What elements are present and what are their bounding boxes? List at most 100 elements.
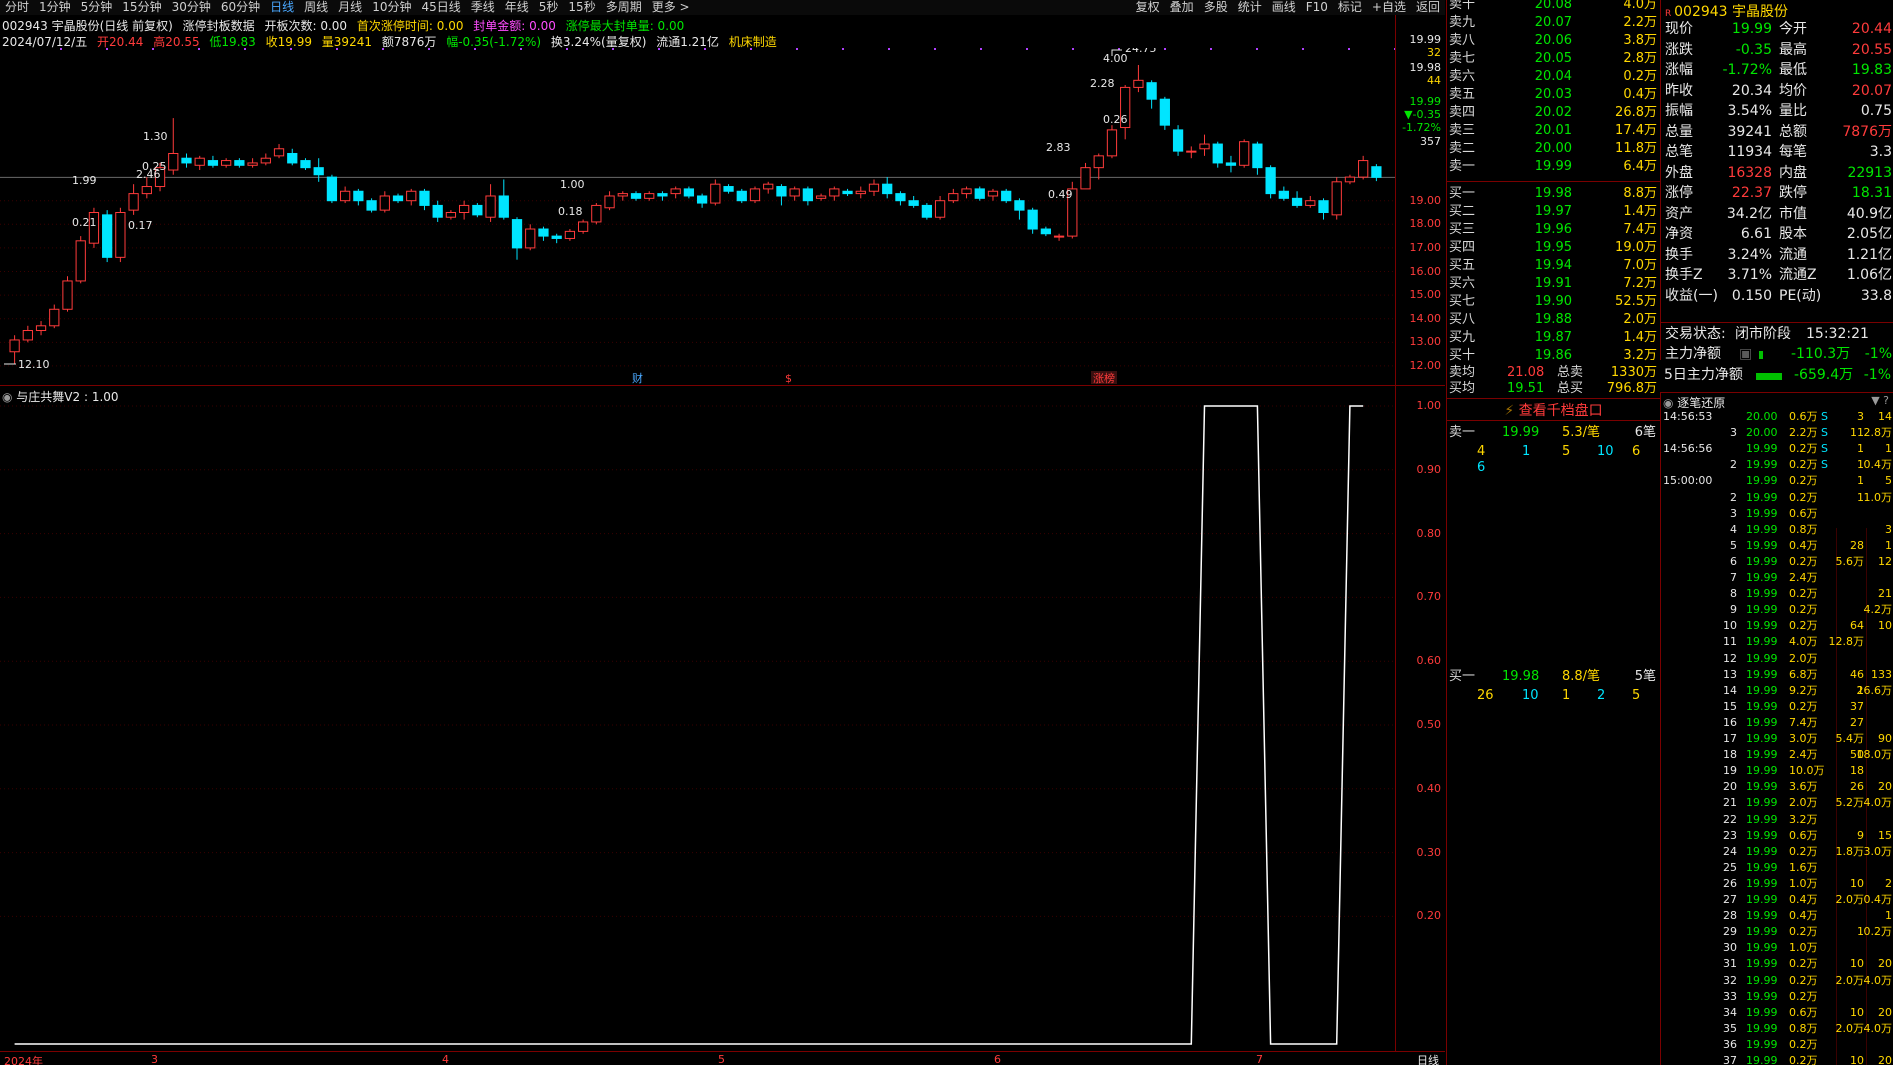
indicator-toggle-icon[interactable]: ◉ xyxy=(2,390,16,404)
tick-row[interactable]: 15:00:00 19.99 0.2万 1 5 xyxy=(1661,473,1893,489)
tick-row[interactable]: 7 19.99 2.4万 xyxy=(1661,570,1893,586)
tick-row[interactable]: 8 19.99 0.2万 21 xyxy=(1661,586,1893,602)
ask-level[interactable]: 卖八 20.06 3.8万 xyxy=(1447,32,1660,50)
tick-row[interactable]: 11 19.99 4.0万 12.8万 xyxy=(1661,634,1893,650)
bid-level[interactable]: 买八 19.88 2.0万 xyxy=(1447,311,1660,329)
toolbar-button[interactable]: 返回 xyxy=(1411,0,1445,15)
tick-row[interactable]: 3 19.99 0.6万 xyxy=(1661,506,1893,522)
tick-row[interactable]: 35 19.99 0.8万 2.0万 4.0万 xyxy=(1661,1021,1893,1037)
bid-level[interactable]: 买十 19.86 3.2万 xyxy=(1447,347,1660,365)
tick-row[interactable]: 29 19.99 0.2万 1 0.2万 xyxy=(1661,924,1893,940)
toolbar-button[interactable]: 标记 xyxy=(1333,0,1367,15)
tick-row[interactable]: 4 19.99 0.8万 3 xyxy=(1661,522,1893,538)
tick-row[interactable]: 2 19.99 0.2万 S 1 0.4万 xyxy=(1661,457,1893,473)
tick-row[interactable]: 5 19.99 0.4万 28 1 xyxy=(1661,538,1893,554)
tick-row[interactable]: 17 19.99 3.0万 5.4万 90 xyxy=(1661,731,1893,747)
indicator-title[interactable]: ◉ 与庄共舞V2 : 1.00 xyxy=(2,388,119,405)
ask-level[interactable]: 卖九 20.07 2.2万 xyxy=(1447,14,1660,32)
toolbar-button[interactable]: 统计 xyxy=(1233,0,1267,15)
bid-level[interactable]: 买二 19.97 1.4万 xyxy=(1447,203,1660,221)
toolbar-button[interactable]: 叠加 xyxy=(1165,0,1199,15)
ask-level[interactable]: 卖六 20.04 0.2万 xyxy=(1447,68,1660,86)
bid-level[interactable]: 买四 19.95 19.0万 xyxy=(1447,239,1660,257)
period-tab[interactable]: 更多 > xyxy=(647,0,695,15)
tick-row[interactable]: 34 19.99 0.6万 10 20 xyxy=(1661,1005,1893,1021)
thousand-level-book-link[interactable]: ⚡ 查看千档盘口 xyxy=(1447,400,1660,420)
period-tab[interactable]: 15分钟 xyxy=(117,0,166,15)
toolbar-button[interactable]: 复权 xyxy=(1131,0,1165,15)
ask-level[interactable]: 卖三 20.01 17.4万 xyxy=(1447,122,1660,140)
ask-level[interactable]: 卖四 20.02 26.8万 xyxy=(1447,104,1660,122)
tick-row[interactable]: 16 19.99 7.4万 27 xyxy=(1661,715,1893,731)
bid-level[interactable]: 买九 19.87 1.4万 xyxy=(1447,329,1660,347)
tick-row[interactable]: 27 19.99 0.4万 2.0万 0.4万 xyxy=(1661,892,1893,908)
tick-row[interactable]: 15 19.99 0.2万 37 xyxy=(1661,699,1893,715)
tick-row[interactable]: 12 19.99 2.0万 xyxy=(1661,651,1893,667)
tick-row[interactable]: 31 19.99 0.2万 10 20 xyxy=(1661,956,1893,972)
indicator-name[interactable]: 涨停封板数据 xyxy=(183,19,255,33)
tick-row[interactable]: 14:56:53 20.00 0.6万 S 3 14 xyxy=(1661,409,1893,425)
event-marker[interactable]: 涨榜 xyxy=(1093,371,1115,385)
tick-row[interactable]: 37 19.99 0.2万 10 20 xyxy=(1661,1053,1893,1065)
bid-level[interactable]: 买三 19.96 7.4万 xyxy=(1447,221,1660,239)
period-tab[interactable]: 分时 xyxy=(0,0,34,15)
indicator-chart[interactable] xyxy=(0,386,1395,1051)
ask-level[interactable]: 卖七 20.05 2.8万 xyxy=(1447,50,1660,68)
toolbar-button[interactable]: F10 xyxy=(1301,0,1333,15)
tick-row[interactable]: 6 19.99 0.2万 5.6万 12 xyxy=(1661,554,1893,570)
tick-row[interactable]: 28 19.99 0.4万 1 xyxy=(1661,908,1893,924)
tick-row[interactable]: 25 19.99 1.6万 xyxy=(1661,860,1893,876)
tick-row[interactable]: 26 19.99 1.0万 10 2 xyxy=(1661,876,1893,892)
period-tab[interactable]: 周线 xyxy=(299,0,333,15)
ask-level[interactable]: 卖一 19.99 6.4万 xyxy=(1447,158,1660,176)
period-tab[interactable]: 1分钟 xyxy=(34,0,76,15)
ask-level[interactable]: 卖十 20.08 4.0万 xyxy=(1447,0,1660,14)
bar-sector[interactable]: 机床制造 xyxy=(729,35,777,49)
tick-row[interactable]: 10 19.99 0.2万 64 10 xyxy=(1661,618,1893,634)
period-tab[interactable]: 30分钟 xyxy=(167,0,216,15)
event-marker[interactable]: $ xyxy=(785,372,792,385)
tick-row[interactable]: 14:56:56 19.99 0.2万 S 1 1 xyxy=(1661,441,1893,457)
tick-row[interactable]: 36 19.99 0.2万 xyxy=(1661,1037,1893,1053)
period-tab[interactable]: 季线 xyxy=(466,0,500,15)
tick-row[interactable]: 23 19.99 0.6万 9 15 xyxy=(1661,828,1893,844)
tick-row[interactable]: 22 19.99 3.2万 xyxy=(1661,812,1893,828)
tick-row[interactable]: 20 19.99 3.6万 26 20 xyxy=(1661,779,1893,795)
toolbar-button[interactable]: 多股 xyxy=(1199,0,1233,15)
tick-row[interactable]: 2 19.99 0.2万 1 1.0万 xyxy=(1661,490,1893,506)
bid-level[interactable]: 买七 19.90 52.5万 xyxy=(1447,293,1660,311)
period-tab[interactable]: 日线 xyxy=(265,0,299,15)
period-tab[interactable]: 年线 xyxy=(500,0,534,15)
tick-row[interactable]: 33 19.99 0.2万 xyxy=(1661,989,1893,1005)
period-tab[interactable]: 45日线 xyxy=(416,0,465,15)
tick-row[interactable]: 30 19.99 1.0万 xyxy=(1661,940,1893,956)
period-tab[interactable]: 多周期 xyxy=(601,0,647,15)
event-marker[interactable]: 财 xyxy=(632,371,643,385)
tick-row[interactable]: 3 20.00 2.2万 S 11 2.8万 xyxy=(1661,425,1893,441)
period-tab[interactable]: 15秒 xyxy=(563,0,600,15)
tick-row[interactable]: 32 19.99 0.2万 2.0万 4.0万 xyxy=(1661,973,1893,989)
tick-row[interactable]: 24 19.99 0.2万 1.8万 3.0万 xyxy=(1661,844,1893,860)
period-tab[interactable]: 5分钟 xyxy=(76,0,118,15)
candlestick-chart[interactable]: 1.990.212.460.251.300.171.000.182.830.49… xyxy=(0,48,1395,385)
bid-level[interactable]: 买五 19.94 7.0万 xyxy=(1447,257,1660,275)
tick-row[interactable]: 19 19.99 10.0万 18 xyxy=(1661,763,1893,779)
tick-row[interactable]: 14 19.99 9.2万 1 26.6万 xyxy=(1661,683,1893,699)
ask-level[interactable]: 卖五 20.03 0.4万 xyxy=(1447,86,1660,104)
period-tab[interactable]: 月线 xyxy=(333,0,367,15)
tick-list[interactable]: ◉ 逐笔还原 ▼ ? 14:56:53 20.00 0.6万 S 3 14 3 20.00 2.… xyxy=(1660,392,1893,1065)
period-tab[interactable]: 60分钟 xyxy=(216,0,265,15)
main-flow-icon[interactable]: ▣ xyxy=(1739,345,1752,364)
tick-row[interactable]: 9 19.99 0.2万 4.2万 xyxy=(1661,602,1893,618)
tick-row[interactable]: 18 19.99 2.4万 50 18.0万 xyxy=(1661,747,1893,763)
tick-list-controls[interactable]: ▼ ? xyxy=(1871,394,1889,407)
bid-level[interactable]: 买六 19.91 7.2万 xyxy=(1447,275,1660,293)
tick-row[interactable]: 13 19.99 6.8万 46 133 xyxy=(1661,667,1893,683)
toolbar-button[interactable]: +自选 xyxy=(1367,0,1411,15)
ask-level[interactable]: 卖二 20.00 11.8万 xyxy=(1447,140,1660,158)
period-tab[interactable]: 10分钟 xyxy=(367,0,416,15)
tick-row[interactable]: 21 19.99 2.0万 5.2万 4.0万 xyxy=(1661,795,1893,811)
toolbar-button[interactable]: 画线 xyxy=(1267,0,1301,15)
bid-level[interactable]: 买一 19.98 8.8万 xyxy=(1447,185,1660,203)
collapse-icon[interactable]: ◉ xyxy=(1663,396,1677,410)
